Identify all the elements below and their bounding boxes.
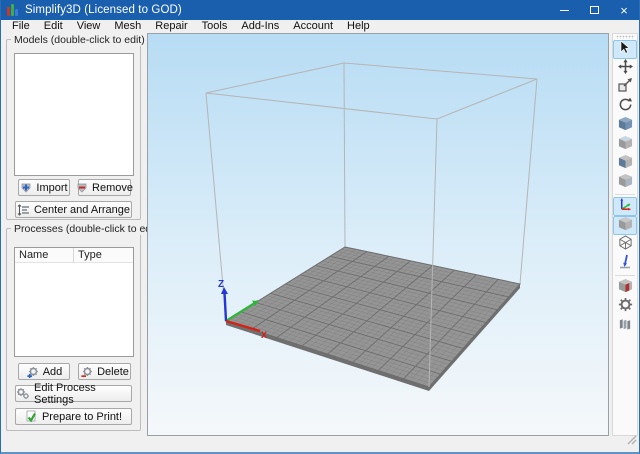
edit-process-settings-button[interactable]: Edit Process Settings bbox=[15, 385, 132, 402]
menu-mesh[interactable]: Mesh bbox=[107, 20, 148, 33]
add-process-button[interactable]: Add bbox=[18, 363, 70, 380]
app-logo-icon bbox=[7, 4, 19, 16]
processes-group: Processes (double-click to edit) Name Ty… bbox=[6, 228, 141, 431]
menu-addins[interactable]: Add-Ins bbox=[234, 20, 286, 33]
remove-label: Remove bbox=[92, 182, 133, 194]
center-arrange-label: Center and Arrange bbox=[34, 204, 130, 216]
prepare-to-print-icon bbox=[25, 410, 38, 423]
view-default-cube-icon bbox=[618, 116, 633, 136]
toolbar-separator bbox=[615, 194, 635, 195]
menu-edit[interactable]: Edit bbox=[37, 20, 70, 33]
toolbar-area bbox=[609, 33, 639, 436]
build-volume-scene: Z X bbox=[148, 34, 608, 435]
maximize-icon bbox=[590, 6, 599, 14]
pan-move-icon bbox=[618, 59, 633, 79]
cross-section-tool[interactable] bbox=[613, 278, 637, 297]
title-bar[interactable]: Simplify3D (Licensed to GOD) × bbox=[1, 0, 639, 20]
cross-section-icon bbox=[618, 278, 633, 298]
menu-help[interactable]: Help bbox=[340, 20, 377, 33]
pan-move-tool[interactable] bbox=[613, 59, 637, 78]
wireframe-sphere-icon bbox=[618, 235, 633, 255]
resize-grip[interactable] bbox=[626, 432, 637, 450]
models-list[interactable] bbox=[14, 53, 134, 176]
settings-tool[interactable] bbox=[613, 297, 637, 316]
coordinate-axes-toggle[interactable] bbox=[613, 197, 637, 216]
prepare-to-print-label: Prepare to Print! bbox=[42, 411, 122, 423]
view-top-tool[interactable] bbox=[613, 135, 637, 154]
maximize-button[interactable] bbox=[579, 0, 609, 20]
processes-table-header[interactable]: Name Type bbox=[15, 248, 133, 263]
wireframe-toggle[interactable] bbox=[613, 235, 637, 254]
edit-process-settings-label: Edit Process Settings bbox=[34, 382, 131, 406]
support-structures-tool[interactable] bbox=[613, 254, 637, 273]
close-button[interactable]: × bbox=[609, 0, 639, 20]
column-header-type[interactable]: Type bbox=[74, 248, 102, 262]
3d-viewport[interactable]: Z X bbox=[147, 33, 609, 436]
view-front-tool[interactable] bbox=[613, 154, 637, 173]
menu-account[interactable]: Account bbox=[286, 20, 340, 33]
center-arrange-button[interactable]: Center and Arrange bbox=[15, 201, 132, 218]
import-button[interactable]: Import bbox=[18, 179, 70, 196]
view-top-cube-icon bbox=[618, 135, 633, 155]
close-icon: × bbox=[620, 3, 628, 18]
scale-icon bbox=[618, 78, 633, 97]
gear-icon bbox=[618, 297, 633, 317]
machine-control-tool[interactable] bbox=[613, 316, 637, 335]
view-front-cube-icon bbox=[618, 154, 633, 174]
axis-label-z: Z bbox=[218, 279, 224, 290]
app-window: Simplify3D (Licensed to GOD) × File Edit… bbox=[0, 0, 640, 454]
minimize-icon bbox=[560, 10, 569, 11]
menu-file[interactable]: File bbox=[5, 20, 37, 33]
add-process-label: Add bbox=[43, 366, 63, 378]
menu-repair[interactable]: Repair bbox=[148, 20, 194, 33]
models-group-label: Models (double-click to edit) bbox=[11, 34, 148, 46]
rotate-icon bbox=[618, 97, 633, 117]
view-toolbar bbox=[612, 33, 638, 436]
rotate-tool[interactable] bbox=[613, 97, 637, 116]
models-group: Models (double-click to edit) Import Rem… bbox=[6, 39, 141, 220]
toolbar-separator bbox=[615, 275, 635, 276]
axis-label-x: X bbox=[261, 330, 267, 340]
minimize-button[interactable] bbox=[549, 0, 579, 20]
remove-icon bbox=[76, 182, 88, 194]
menu-tools[interactable]: Tools bbox=[195, 20, 235, 33]
toolbar-grip[interactable] bbox=[616, 35, 634, 39]
view-side-tool[interactable] bbox=[613, 173, 637, 192]
coordinate-axes-icon bbox=[618, 197, 633, 217]
delete-process-button[interactable]: Delete bbox=[78, 363, 131, 380]
menu-view[interactable]: View bbox=[70, 20, 108, 33]
prepare-to-print-button[interactable]: Prepare to Print! bbox=[15, 408, 132, 425]
status-strip bbox=[1, 436, 639, 452]
scale-tool[interactable] bbox=[613, 78, 637, 97]
build-plate-cube-icon bbox=[618, 216, 633, 236]
remove-button[interactable]: Remove bbox=[78, 179, 131, 196]
processes-table[interactable]: Name Type bbox=[14, 247, 134, 357]
delete-process-label: Delete bbox=[97, 366, 129, 378]
cursor-select-icon bbox=[618, 40, 632, 60]
add-process-icon bbox=[26, 365, 39, 378]
processes-group-label: Processes (double-click to edit) bbox=[11, 223, 163, 235]
column-header-name[interactable]: Name bbox=[15, 248, 74, 262]
support-pin-icon bbox=[618, 254, 632, 274]
view-default-tool[interactable] bbox=[613, 116, 637, 135]
side-panel: Models (double-click to edit) Import Rem… bbox=[1, 33, 147, 436]
import-label: Import bbox=[36, 182, 67, 194]
edit-process-settings-icon bbox=[16, 387, 30, 400]
window-title: Simplify3D (Licensed to GOD) bbox=[25, 4, 182, 16]
delete-process-icon bbox=[80, 365, 93, 378]
center-arrange-icon bbox=[17, 204, 30, 216]
machine-control-icon bbox=[618, 317, 633, 335]
import-icon bbox=[20, 182, 32, 194]
cursor-select-tool[interactable] bbox=[613, 40, 637, 59]
show-build-plate-toggle[interactable] bbox=[613, 216, 637, 235]
view-side-cube-icon bbox=[618, 173, 633, 193]
menu-bar: File Edit View Mesh Repair Tools Add-Ins… bbox=[1, 20, 639, 33]
